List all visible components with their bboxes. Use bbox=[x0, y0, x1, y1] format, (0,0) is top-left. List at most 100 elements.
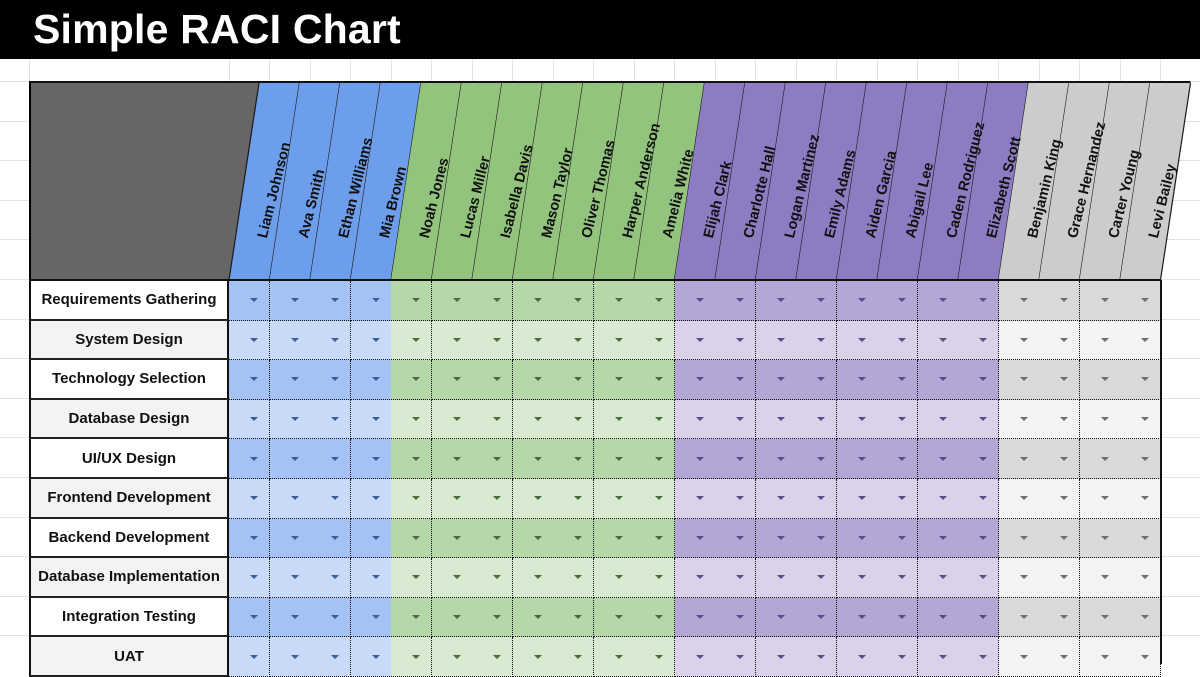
raci-dropdown-cell[interactable] bbox=[553, 518, 594, 559]
dropdown-arrow-icon[interactable] bbox=[1019, 456, 1028, 461]
dropdown-arrow-icon[interactable] bbox=[371, 377, 380, 382]
dropdown-arrow-icon[interactable] bbox=[938, 417, 947, 422]
raci-dropdown-cell[interactable] bbox=[1120, 281, 1161, 321]
dropdown-arrow-icon[interactable] bbox=[1100, 456, 1109, 461]
dropdown-arrow-icon[interactable] bbox=[655, 575, 663, 580]
raci-dropdown-cell[interactable] bbox=[715, 558, 756, 598]
raci-dropdown-cell[interactable] bbox=[998, 479, 1040, 519]
raci-dropdown-cell[interactable] bbox=[715, 399, 756, 440]
raci-dropdown-cell[interactable] bbox=[431, 399, 473, 440]
dropdown-arrow-icon[interactable] bbox=[1060, 377, 1068, 382]
raci-dropdown-cell[interactable] bbox=[917, 281, 959, 321]
raci-dropdown-cell[interactable] bbox=[634, 281, 675, 321]
dropdown-arrow-icon[interactable] bbox=[614, 417, 623, 422]
dropdown-arrow-icon[interactable] bbox=[1141, 456, 1149, 461]
dropdown-arrow-icon[interactable] bbox=[452, 298, 461, 303]
dropdown-arrow-icon[interactable] bbox=[331, 496, 339, 501]
raci-dropdown-cell[interactable] bbox=[796, 320, 837, 361]
raci-dropdown-cell[interactable] bbox=[836, 597, 878, 638]
raci-dropdown-cell[interactable] bbox=[634, 320, 675, 361]
raci-dropdown-cell[interactable] bbox=[836, 320, 878, 361]
raci-dropdown-cell[interactable] bbox=[593, 320, 635, 361]
raci-dropdown-cell[interactable] bbox=[1120, 558, 1161, 598]
raci-dropdown-cell[interactable] bbox=[350, 281, 392, 321]
dropdown-arrow-icon[interactable] bbox=[1100, 337, 1109, 342]
raci-dropdown-cell[interactable] bbox=[472, 597, 513, 638]
raci-dropdown-cell[interactable] bbox=[917, 479, 959, 519]
raci-dropdown-cell[interactable] bbox=[755, 320, 797, 361]
raci-dropdown-cell[interactable] bbox=[431, 558, 473, 598]
raci-dropdown-cell[interactable] bbox=[836, 360, 878, 400]
raci-dropdown-cell[interactable] bbox=[1039, 399, 1080, 440]
raci-dropdown-cell[interactable] bbox=[229, 360, 270, 400]
raci-dropdown-cell[interactable] bbox=[1079, 399, 1121, 440]
raci-dropdown-cell[interactable] bbox=[431, 360, 473, 400]
dropdown-arrow-icon[interactable] bbox=[412, 298, 420, 303]
dropdown-arrow-icon[interactable] bbox=[857, 417, 866, 422]
raci-dropdown-cell[interactable] bbox=[350, 637, 392, 677]
dropdown-arrow-icon[interactable] bbox=[695, 575, 704, 580]
raci-dropdown-cell[interactable] bbox=[958, 439, 999, 479]
raci-dropdown-cell[interactable] bbox=[350, 399, 392, 440]
dropdown-arrow-icon[interactable] bbox=[1019, 377, 1028, 382]
raci-dropdown-cell[interactable] bbox=[958, 597, 999, 638]
dropdown-arrow-icon[interactable] bbox=[371, 417, 380, 422]
dropdown-arrow-icon[interactable] bbox=[452, 456, 461, 461]
raci-dropdown-cell[interactable] bbox=[958, 637, 999, 677]
dropdown-arrow-icon[interactable] bbox=[736, 654, 744, 659]
raci-dropdown-cell[interactable] bbox=[998, 558, 1040, 598]
raci-dropdown-cell[interactable] bbox=[512, 597, 554, 638]
raci-dropdown-cell[interactable] bbox=[796, 558, 837, 598]
raci-dropdown-cell[interactable] bbox=[391, 479, 432, 519]
raci-dropdown-cell[interactable] bbox=[715, 360, 756, 400]
raci-dropdown-cell[interactable] bbox=[593, 558, 635, 598]
dropdown-arrow-icon[interactable] bbox=[979, 417, 987, 422]
raci-dropdown-cell[interactable] bbox=[472, 360, 513, 400]
raci-dropdown-cell[interactable] bbox=[634, 439, 675, 479]
raci-dropdown-cell[interactable] bbox=[350, 320, 392, 361]
raci-dropdown-cell[interactable] bbox=[958, 558, 999, 598]
dropdown-arrow-icon[interactable] bbox=[412, 615, 420, 620]
dropdown-arrow-icon[interactable] bbox=[695, 298, 704, 303]
dropdown-arrow-icon[interactable] bbox=[290, 575, 299, 580]
raci-dropdown-cell[interactable] bbox=[310, 399, 351, 440]
dropdown-arrow-icon[interactable] bbox=[1060, 417, 1068, 422]
dropdown-arrow-icon[interactable] bbox=[614, 298, 623, 303]
raci-dropdown-cell[interactable] bbox=[431, 637, 473, 677]
raci-dropdown-cell[interactable] bbox=[391, 320, 432, 361]
raci-dropdown-cell[interactable] bbox=[1120, 637, 1161, 677]
dropdown-arrow-icon[interactable] bbox=[371, 337, 380, 342]
dropdown-arrow-icon[interactable] bbox=[776, 456, 785, 461]
raci-dropdown-cell[interactable] bbox=[755, 360, 797, 400]
dropdown-arrow-icon[interactable] bbox=[776, 575, 785, 580]
raci-dropdown-cell[interactable] bbox=[391, 637, 432, 677]
raci-dropdown-cell[interactable] bbox=[877, 320, 918, 361]
dropdown-arrow-icon[interactable] bbox=[614, 654, 623, 659]
raci-dropdown-cell[interactable] bbox=[674, 399, 716, 440]
raci-dropdown-cell[interactable] bbox=[836, 281, 878, 321]
dropdown-arrow-icon[interactable] bbox=[574, 298, 582, 303]
dropdown-arrow-icon[interactable] bbox=[695, 377, 704, 382]
raci-dropdown-cell[interactable] bbox=[1079, 281, 1121, 321]
raci-dropdown-cell[interactable] bbox=[1079, 439, 1121, 479]
raci-dropdown-cell[interactable] bbox=[1039, 597, 1080, 638]
raci-dropdown-cell[interactable] bbox=[674, 479, 716, 519]
raci-dropdown-cell[interactable] bbox=[269, 558, 311, 598]
raci-dropdown-cell[interactable] bbox=[1079, 637, 1121, 677]
raci-dropdown-cell[interactable] bbox=[634, 399, 675, 440]
raci-dropdown-cell[interactable] bbox=[310, 281, 351, 321]
dropdown-arrow-icon[interactable] bbox=[452, 337, 461, 342]
raci-dropdown-cell[interactable] bbox=[715, 518, 756, 559]
dropdown-arrow-icon[interactable] bbox=[452, 417, 461, 422]
raci-dropdown-cell[interactable] bbox=[958, 518, 999, 559]
raci-dropdown-cell[interactable] bbox=[634, 479, 675, 519]
raci-dropdown-cell[interactable] bbox=[512, 558, 554, 598]
raci-dropdown-cell[interactable] bbox=[755, 399, 797, 440]
dropdown-arrow-icon[interactable] bbox=[857, 496, 866, 501]
raci-dropdown-cell[interactable] bbox=[229, 558, 270, 598]
dropdown-arrow-icon[interactable] bbox=[1060, 654, 1068, 659]
raci-dropdown-cell[interactable] bbox=[715, 637, 756, 677]
dropdown-arrow-icon[interactable] bbox=[574, 615, 582, 620]
dropdown-arrow-icon[interactable] bbox=[938, 456, 947, 461]
dropdown-arrow-icon[interactable] bbox=[1060, 535, 1068, 540]
